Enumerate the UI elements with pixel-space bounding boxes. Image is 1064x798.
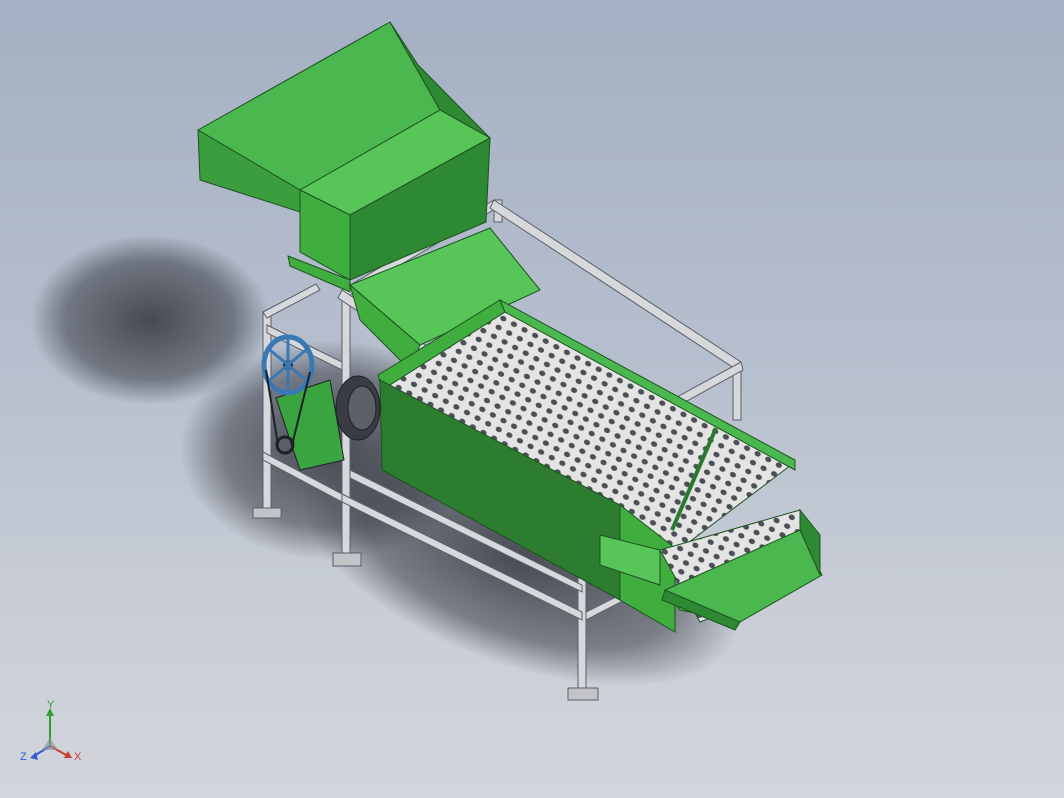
x-axis-label: X (74, 751, 82, 763)
model-view[interactable] (0, 0, 1064, 798)
z-axis-label: Z (20, 751, 27, 763)
y-axis-label: Y (47, 700, 55, 711)
orientation-triad[interactable]: Y Z X (14, 700, 94, 780)
triad-origin (42, 738, 58, 750)
graphics-viewport[interactable]: Y Z X (0, 0, 1064, 798)
